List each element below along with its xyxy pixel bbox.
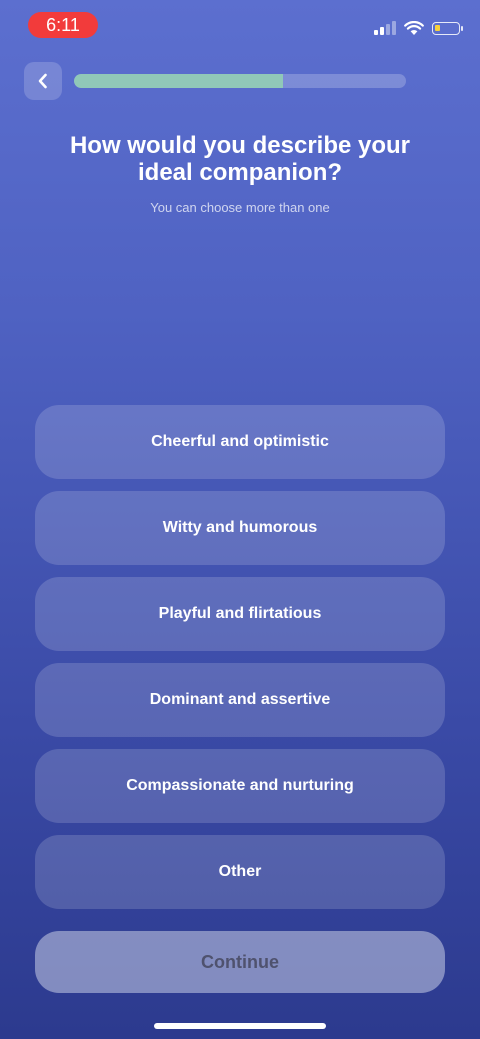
option-cheerful[interactable]: Cheerful and optimistic	[35, 405, 445, 479]
status-bar: 6:11	[0, 0, 480, 50]
option-witty[interactable]: Witty and humorous	[35, 491, 445, 565]
option-other[interactable]: Other	[35, 835, 445, 909]
option-dominant[interactable]: Dominant and assertive	[35, 663, 445, 737]
page-title: How would you describe your ideal compan…	[69, 132, 411, 186]
wifi-icon	[404, 20, 424, 35]
status-icons	[374, 18, 463, 38]
back-button[interactable]	[24, 62, 62, 100]
page-subtitle: You can choose more than one	[150, 200, 330, 215]
cellular-signal-icon	[374, 21, 396, 35]
home-indicator	[154, 1023, 326, 1029]
option-playful[interactable]: Playful and flirtatious	[35, 577, 445, 651]
options-list: Cheerful and optimistic Witty and humoro…	[35, 405, 445, 921]
progress-fill	[74, 74, 284, 88]
battery-level	[435, 24, 441, 31]
continue-button[interactable]: Continue	[35, 931, 445, 993]
battery-icon	[432, 21, 463, 35]
option-compassionate[interactable]: Compassionate and nurturing	[35, 749, 445, 823]
progress-bar	[74, 74, 406, 88]
chevron-left-icon	[38, 73, 47, 89]
status-time: 6:11	[28, 12, 98, 38]
